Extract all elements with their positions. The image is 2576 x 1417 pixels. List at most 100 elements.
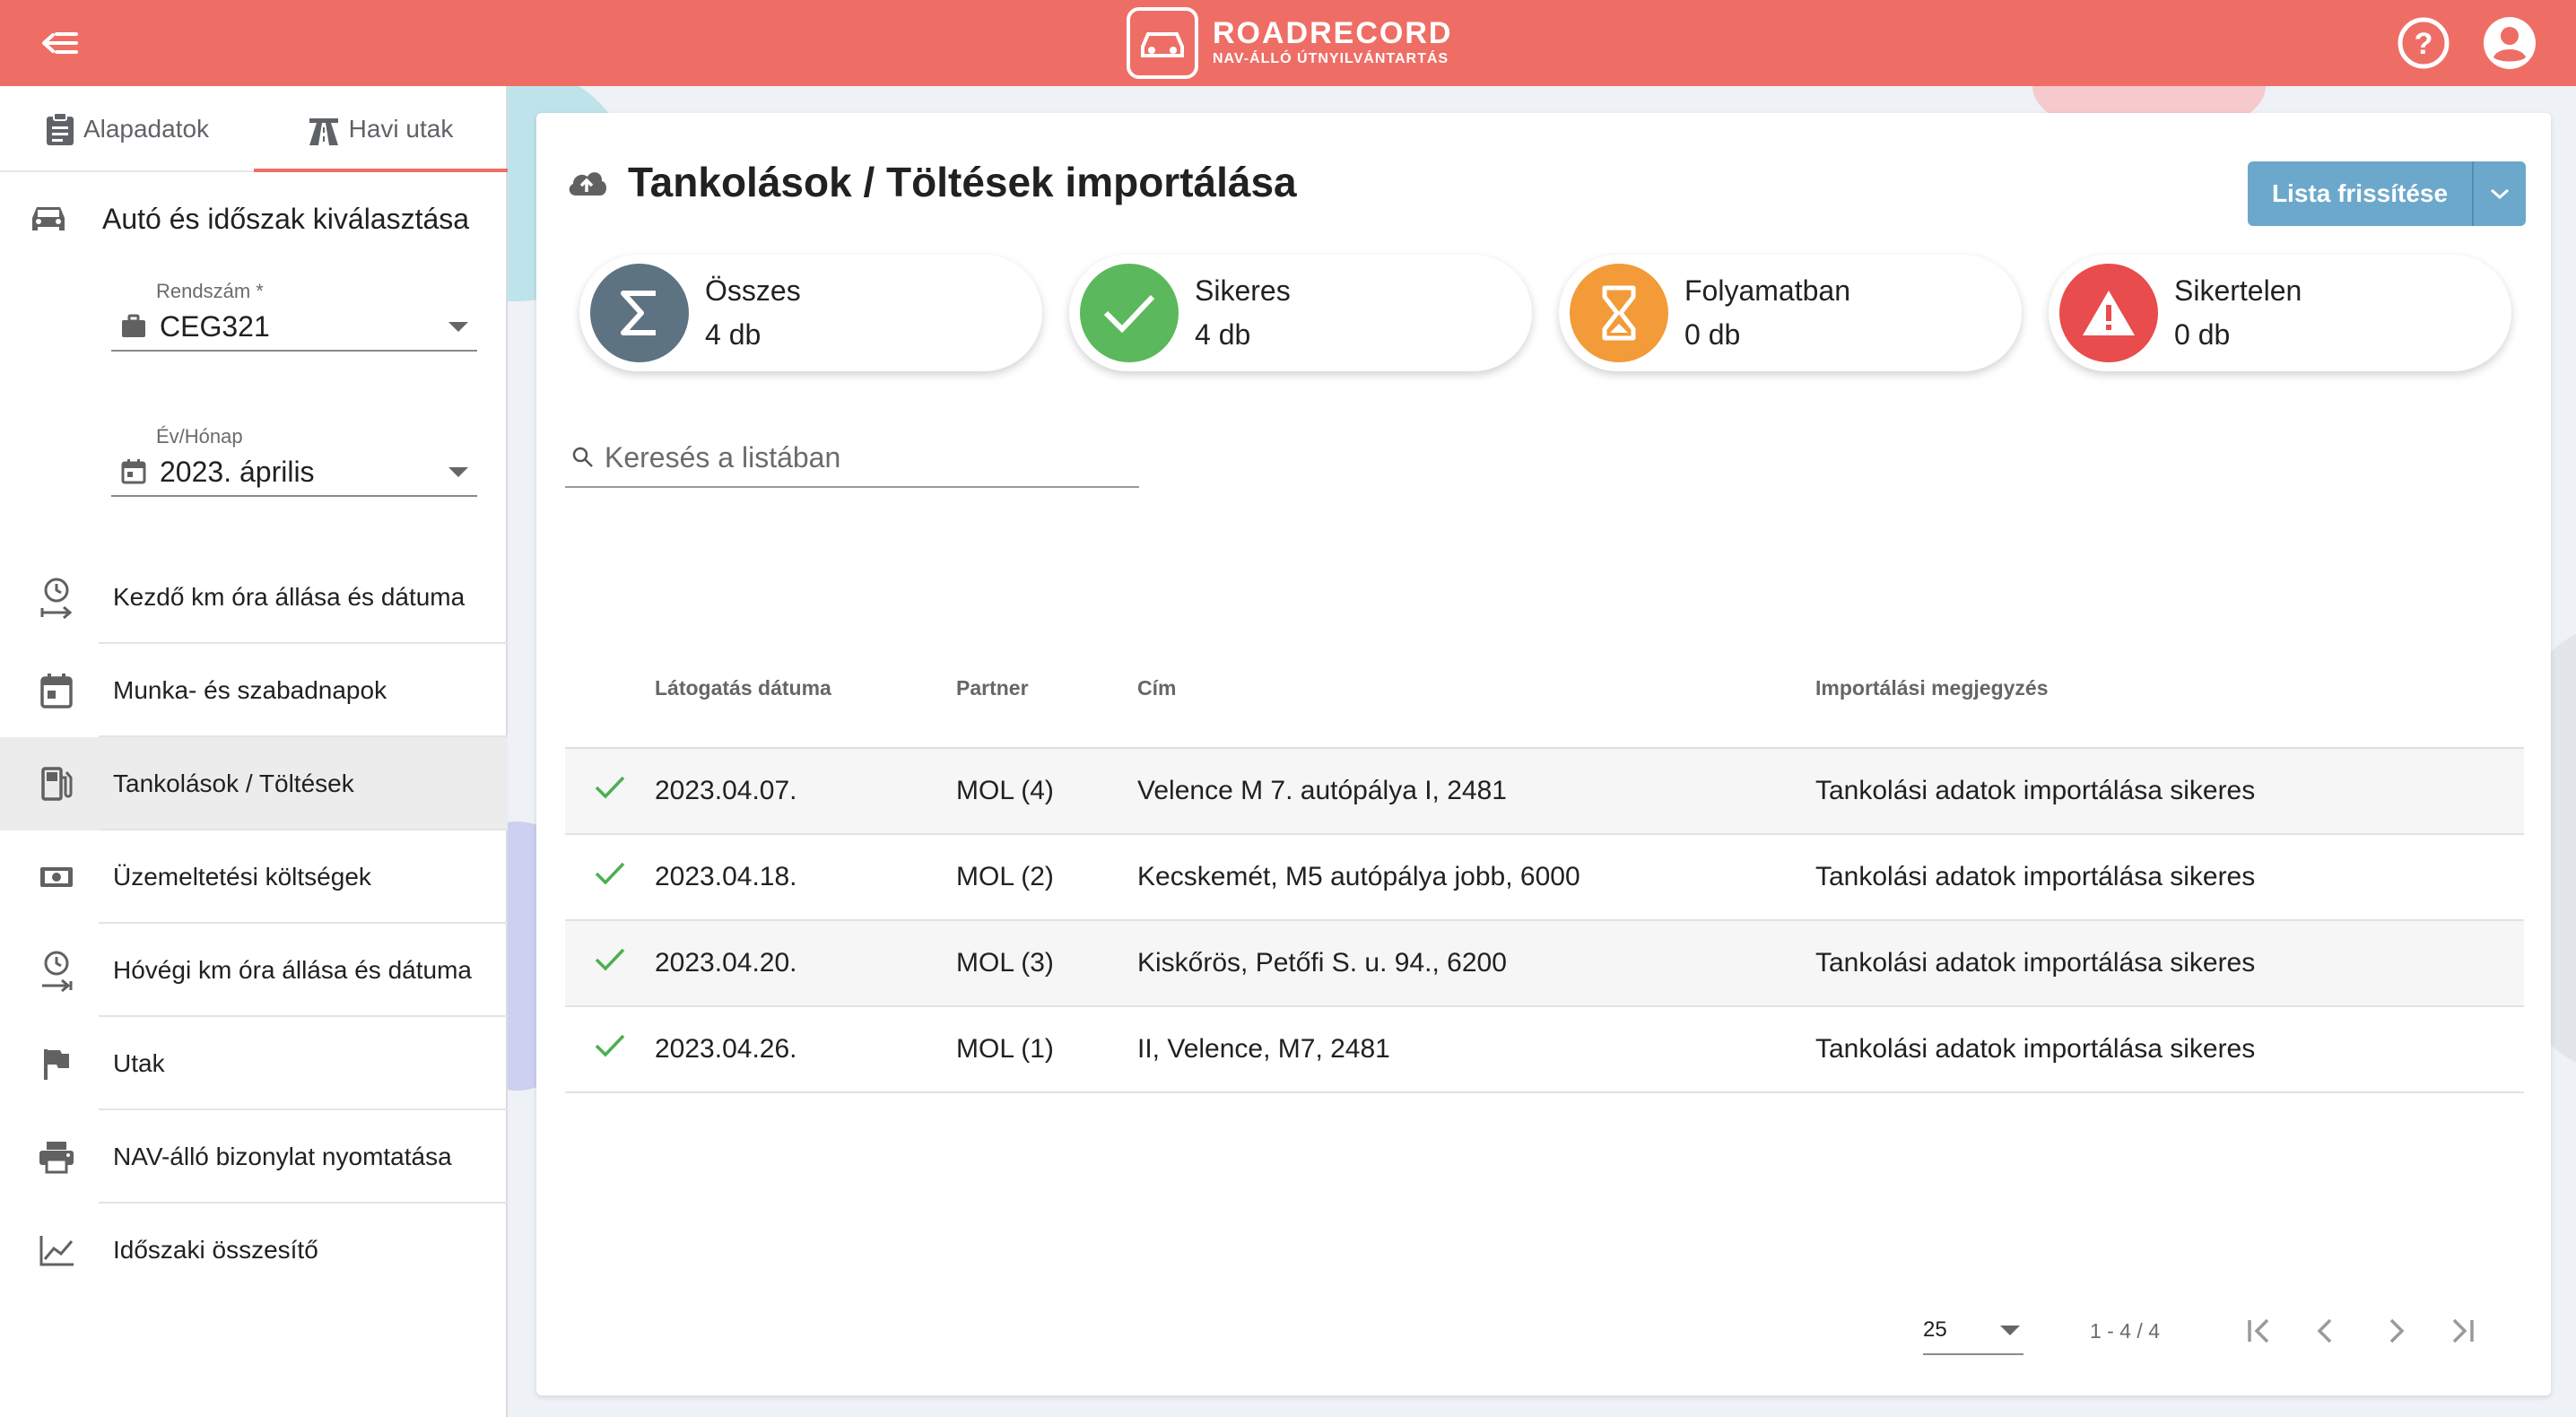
collapse-menu-button[interactable] (34, 20, 84, 66)
sidebar-item-print[interactable]: NAV-álló bizonylat nyomtatása (0, 1110, 508, 1204)
tab-label: Alapadatok (83, 115, 210, 143)
stat-label: Összes (705, 274, 801, 307)
plate-select-control[interactable]: CEG321 (111, 303, 477, 352)
brand: ROADRECORD NAV-ÁLLÓ ÚTNYILVÁNTARTÁS (1127, 7, 1452, 79)
page-title: Tankolások / Töltések importálása (565, 158, 1297, 206)
sidebar-item-label: Hóvégi km óra állása és dátuma (113, 956, 472, 984)
tab-havi-utak[interactable]: Havi utak (253, 86, 506, 172)
sidebar-tabs: Alapadatok Havi utak (0, 86, 508, 172)
search-icon (572, 447, 593, 467)
sidebar-item-costs[interactable]: Üzemeltetési költségek (0, 830, 508, 924)
next-page-button[interactable] (2361, 1304, 2429, 1358)
sidebar-item-workdays[interactable]: Munka- és szabadnapok (0, 644, 508, 737)
header-note[interactable]: Importálási megjegyzés (1815, 630, 2524, 749)
period-value: 2023. április (160, 455, 315, 488)
cell-partner: MOL (2) (956, 834, 1137, 921)
cell-address: Kecskemét, M5 autópálya jobb, 6000 (1137, 834, 1815, 921)
refresh-options-button[interactable] (2472, 161, 2526, 226)
clock-arrow-end-icon (0, 949, 113, 992)
stat-label: Sikertelen (2174, 274, 2302, 307)
sidebar: Alapadatok Havi utak Autó és időszak kiv… (0, 86, 508, 1417)
stat-value: 0 db (2174, 318, 2231, 351)
status-check-icon (565, 1006, 655, 1093)
sidebar-item-start-km[interactable]: Kezdő km óra állása és dátuma (0, 551, 508, 644)
money-icon (0, 864, 113, 891)
stat-in-progress: Folyamatban 0 db (1559, 255, 2022, 371)
road-icon (309, 118, 338, 145)
dropdown-arrow-icon (448, 466, 468, 477)
sidebar-item-summary[interactable]: Időszaki összesítő (0, 1204, 508, 1297)
stat-value: 4 db (705, 318, 761, 351)
sidebar-item-label: Utak (113, 1049, 165, 1077)
warning-icon (2059, 264, 2158, 362)
table-row[interactable]: 2023.04.18. MOL (2) Kecskemét, M5 autópá… (565, 834, 2524, 921)
sidebar-item-label: Időszaki összesítő (113, 1236, 318, 1264)
period-select[interactable]: Év/Hónap 2023. április (111, 425, 477, 497)
stat-success: Sikeres 4 db (1069, 255, 1532, 371)
period-label: Év/Hónap (156, 425, 243, 448)
header-date[interactable]: Látogatás dátuma (655, 630, 956, 749)
sidebar-item-fueling[interactable]: Tankolások / Töltések (0, 737, 508, 830)
cell-date: 2023.04.20. (655, 920, 956, 1007)
search-input[interactable] (605, 440, 1125, 474)
cell-note: Tankolási adatok importálása sikeres (1815, 920, 2524, 1007)
hourglass-icon (1570, 264, 1668, 362)
cell-note: Tankolási adatok importálása sikeres (1815, 748, 2524, 835)
clipboard-icon (46, 112, 74, 145)
car-logo-icon (1127, 7, 1198, 79)
table-row[interactable]: 2023.04.26. MOL (1) II, Velence, M7, 248… (565, 1006, 2524, 1093)
header-address[interactable]: Cím (1137, 630, 1815, 749)
last-page-button[interactable] (2429, 1304, 2497, 1358)
sidebar-item-label: Üzemeltetési költségek (113, 863, 371, 891)
sidebar-item-end-km[interactable]: Hóvégi km óra állása és dátuma (0, 924, 508, 1017)
sidebar-item-label: Munka- és szabadnapok (113, 676, 387, 704)
tab-alapadatok[interactable]: Alapadatok (0, 86, 253, 172)
flag-icon (0, 1046, 113, 1082)
cell-address: Kiskőrös, Petőfi S. u. 94., 6200 (1137, 920, 1815, 1007)
help-button[interactable]: ? (2395, 14, 2452, 72)
briefcase-icon (122, 314, 145, 337)
stat-failed: Sikertelen 0 db (2049, 255, 2511, 371)
header-partner[interactable]: Partner (956, 630, 1137, 749)
page-size-value: 25 (1923, 1317, 1947, 1342)
plate-label: Rendszám * (156, 280, 264, 302)
table-row[interactable]: 2023.04.07. MOL (4) Velence M 7. autópál… (565, 748, 2524, 835)
cell-date: 2023.04.26. (655, 1006, 956, 1093)
cell-partner: MOL (4) (956, 748, 1137, 835)
brand-name: ROADRECORD (1213, 16, 1453, 50)
printer-icon (0, 1139, 113, 1175)
previous-page-button[interactable] (2293, 1304, 2361, 1358)
first-page-button[interactable] (2224, 1304, 2293, 1358)
status-check-icon (565, 920, 655, 1007)
active-tab-indicator (254, 169, 508, 172)
refresh-button-group: Lista frissítése (2248, 161, 2526, 226)
cell-note: Tankolási adatok importálása sikeres (1815, 1006, 2524, 1093)
sidebar-item-trips[interactable]: Utak (0, 1017, 508, 1110)
plate-select[interactable]: Rendszám * CEG321 (111, 280, 477, 352)
cell-date: 2023.04.18. (655, 834, 956, 921)
account-circle-icon (2484, 17, 2536, 69)
last-page-icon (2452, 1318, 2474, 1343)
brand-subtitle: NAV-ÁLLÓ ÚTNYILVÁNTARTÁS (1213, 51, 1449, 66)
clock-arrow-icon (0, 576, 113, 619)
check-icon (1080, 264, 1179, 362)
chevron-down-icon (2491, 188, 2509, 200)
stat-label: Folyamatban (1684, 274, 1850, 307)
table-row[interactable]: 2023.04.20. MOL (3) Kiskőrös, Petőfi S. … (565, 920, 2524, 1007)
header-status (565, 630, 655, 749)
period-select-control[interactable]: 2023. április (111, 448, 477, 497)
account-button[interactable] (2481, 14, 2538, 72)
stat-value: 4 db (1195, 318, 1251, 351)
refresh-list-button[interactable]: Lista frissítése (2248, 161, 2472, 226)
fuel-icon (0, 765, 113, 803)
plate-value: CEG321 (160, 309, 270, 343)
sidebar-item-label: NAV-álló bizonylat nyomtatása (113, 1143, 452, 1170)
page-size-select[interactable]: 25 (1923, 1307, 2023, 1355)
main-card: Tankolások / Töltések importálása Lista … (536, 113, 2551, 1395)
section-title: Autó és időszak kiválasztása (102, 202, 470, 235)
first-page-icon (2248, 1318, 2269, 1343)
stat-value: 0 db (1684, 318, 1741, 351)
tab-label: Havi utak (348, 115, 454, 143)
page-title-text: Tankolások / Töltések importálása (628, 159, 1297, 205)
cell-partner: MOL (1) (956, 1006, 1137, 1093)
